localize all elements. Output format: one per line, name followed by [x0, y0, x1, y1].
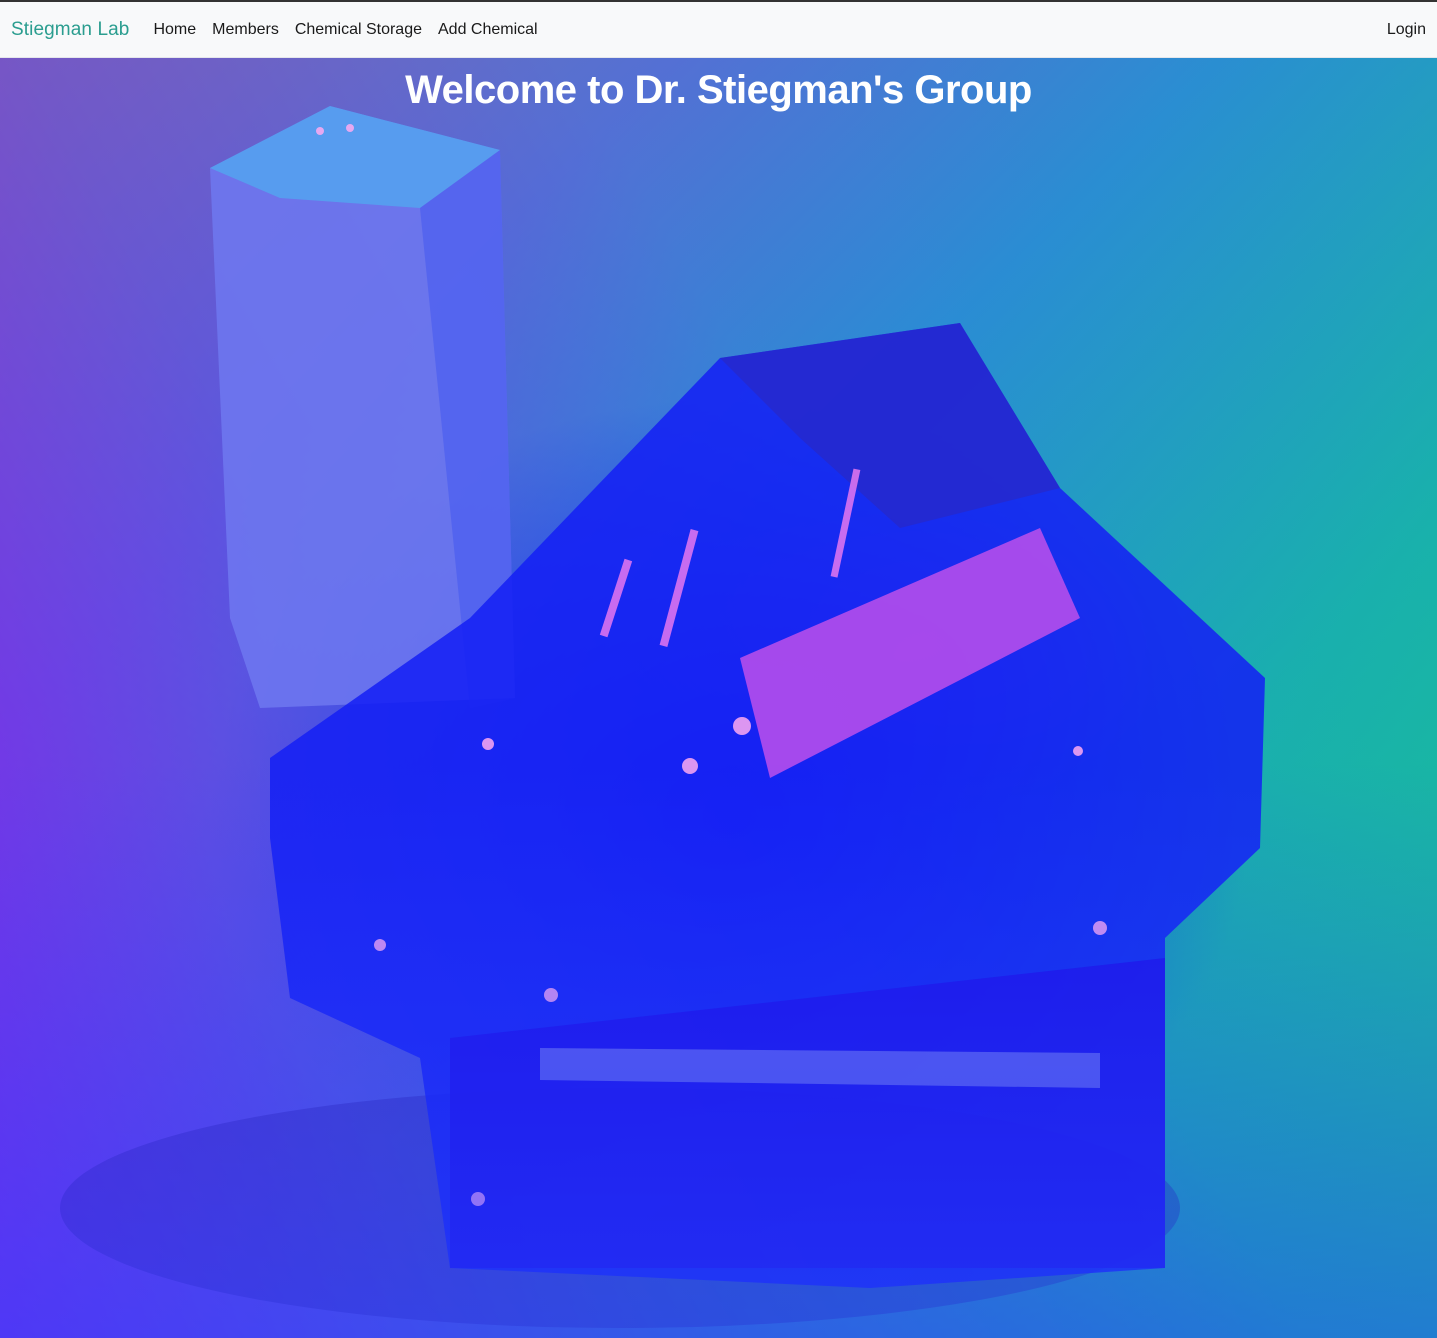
hero-bottom-glow — [0, 58, 1437, 1338]
nav-links: Home Members Chemical Storage Add Chemic… — [145, 21, 545, 39]
hero-section: Welcome to Dr. Stiegman's Group — [0, 58, 1437, 1338]
nav-link-chemical-storage[interactable]: Chemical Storage — [287, 21, 430, 39]
page-title: Welcome to Dr. Stiegman's Group — [405, 68, 1032, 112]
navbar: Stiegman Lab Home Members Chemical Stora… — [0, 2, 1437, 58]
brand-link[interactable]: Stiegman Lab — [11, 19, 129, 41]
nav-link-home[interactable]: Home — [145, 21, 204, 39]
browser-window: Stiegman Lab Home Members Chemical Stora… — [0, 0, 1437, 1338]
nav-link-add-chemical[interactable]: Add Chemical — [430, 21, 546, 39]
login-link[interactable]: Login — [1387, 21, 1426, 39]
nav-link-members[interactable]: Members — [204, 21, 287, 39]
